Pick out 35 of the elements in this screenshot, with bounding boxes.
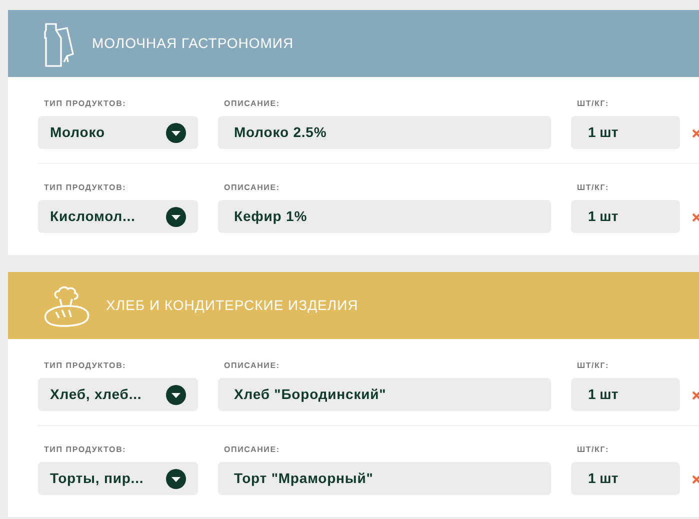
field-label: ТИП ПРОДУКТОВ: [43, 360, 128, 372]
field-label: ОПИСАНИЕ: [223, 182, 281, 194]
remove-icon[interactable] [692, 391, 699, 400]
product-type-dropdown[interactable]: Торты, пир... [38, 462, 198, 495]
caret-icon [166, 122, 186, 142]
field-label: ОПИСАНИЕ: [223, 444, 281, 456]
product-type-dropdown[interactable]: Хлеб, хлеб... [38, 378, 198, 411]
field-label: ТИП ПРОДУКТОВ: [43, 98, 128, 110]
section-title: МОЛОЧНАЯ ГАСТРОНОМИЯ [92, 34, 294, 53]
description-field[interactable]: Молоко 2.5% [218, 116, 551, 149]
description-field[interactable]: Хлеб "Бородинский" [218, 378, 551, 411]
caret-icon [166, 384, 186, 404]
product-type-dropdown[interactable]: Кисломол... [38, 200, 198, 233]
remove-icon[interactable] [692, 475, 699, 484]
field-label: ШТ/КГ: [576, 182, 610, 194]
quantity-field[interactable]: 1 шт [571, 378, 680, 411]
field-label: ШТ/КГ: [576, 444, 610, 456]
field-label: ОПИСАНИЕ: [223, 98, 281, 110]
caret-icon [166, 468, 186, 488]
section-title: ХЛЕБ И КОНДИТЕРСКИЕ ИЗДЕЛИЯ [106, 296, 358, 315]
description-field[interactable]: Кефир 1% [218, 200, 551, 233]
caret-icon [166, 206, 186, 226]
bread-icon [42, 284, 92, 328]
quantity-field[interactable]: 1 шт [571, 462, 680, 495]
quantity-field[interactable]: 1 шт [571, 200, 680, 233]
field-label: ТИП ПРОДУКТОВ: [43, 182, 128, 194]
remove-icon[interactable] [692, 213, 699, 222]
remove-icon[interactable] [692, 129, 699, 138]
product-type-dropdown[interactable]: Молоко [38, 116, 198, 149]
quantity-field[interactable]: 1 шт [571, 116, 680, 149]
field-label: ШТ/КГ: [576, 98, 610, 110]
field-label: ТИП ПРОДУКТОВ: [43, 444, 128, 456]
description-field[interactable]: Торт "Мраморный" [218, 462, 551, 495]
field-label: ШТ/КГ: [576, 360, 610, 372]
field-label: ОПИСАНИЕ: [223, 360, 281, 372]
